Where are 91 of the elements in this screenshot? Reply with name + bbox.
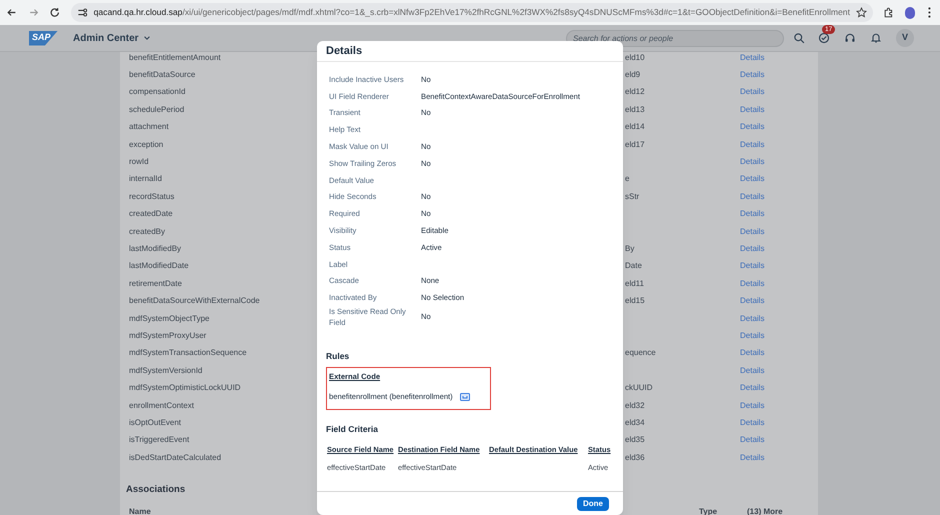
column-header: Name: [129, 506, 152, 515]
table-cell: sStr: [625, 192, 640, 201]
details-link[interactable]: Details: [740, 138, 764, 151]
table-cell: eld12: [625, 87, 645, 96]
id-card-icon[interactable]: [460, 392, 470, 401]
table-cell: equence: [625, 348, 656, 358]
details-link[interactable]: Details: [740, 52, 764, 64]
puzzle-icon[interactable]: [882, 6, 895, 19]
section-title: Field Criteria: [326, 422, 379, 436]
search-icon[interactable]: [793, 32, 805, 44]
details-link[interactable]: Details: [740, 347, 764, 360]
table-cell: eld34: [625, 418, 645, 427]
table-cell: eld32: [625, 400, 645, 410]
table-cell: eld35: [625, 435, 645, 444]
field-name: compensationId: [129, 87, 186, 96]
details-link[interactable]: Details: [740, 382, 764, 394]
table-cell: eld9: [625, 70, 640, 80]
field-name: internalId: [129, 174, 162, 184]
details-link[interactable]: Details: [740, 226, 764, 238]
field-name: benefitDataSource: [129, 70, 196, 80]
details-link[interactable]: Details: [740, 278, 764, 290]
field-name: schedulePeriod: [129, 104, 184, 114]
section-title: Associations: [126, 483, 186, 498]
details-link[interactable]: Details: [740, 86, 764, 98]
field-name: benefitEntitlementAmount: [129, 52, 221, 62]
details-link[interactable]: Details: [740, 156, 764, 168]
profile-avatar-icon[interactable]: [904, 6, 916, 18]
table-cell: eld17: [625, 140, 645, 149]
field-name: mdfSystemObjectType: [129, 314, 210, 323]
user-avatar[interactable]: V: [896, 29, 914, 47]
done-button[interactable]: Done: [577, 496, 609, 510]
details-link[interactable]: Details: [740, 295, 764, 308]
details-link[interactable]: Details: [740, 208, 764, 220]
field-name: rowId: [129, 157, 149, 166]
details-link[interactable]: Details: [740, 104, 764, 116]
logo[interactable]: SAP: [29, 30, 58, 46]
app-title-menu[interactable]: Admin Center: [73, 30, 151, 46]
more-link[interactable]: (13) More: [747, 506, 783, 515]
field-name: mdfSystemTransactionSequence: [129, 348, 247, 358]
field-name: lastModifiedBy: [129, 244, 182, 253]
field-name: enrollmentContext: [129, 400, 194, 410]
column-header: Type: [699, 506, 718, 515]
details-link[interactable]: Details: [740, 434, 764, 446]
check-circle-icon[interactable]: [818, 32, 830, 44]
details-link[interactable]: Details: [740, 242, 764, 255]
field-name: recordStatus: [129, 192, 174, 201]
field-name: mdfSystemVersionId: [129, 366, 202, 375]
search-field[interactable]: Search for actions or people: [566, 30, 784, 46]
details-link[interactable]: Details: [740, 260, 764, 272]
table-cell: eld36: [625, 452, 645, 462]
address-bar[interactable]: qacand.qa.hr.cloud.sap/xi/ui/genericobject/pages/mdf/mdf.xhtml?co=1&_s.crb=xlNfw3Fp2EhVe17%2fhRcGNL%2f3WX%2fs8syQ4sDNUScMFms%3d#c=1&t=GOObjectDefinition&i=BenefitEnrollment: [70, 3, 873, 22]
field-name: attachment: [129, 122, 169, 132]
field-name: lastModifiedDate: [129, 261, 189, 270]
details-link[interactable]: Details: [740, 312, 764, 325]
field-name: exception: [129, 140, 164, 149]
details-link[interactable]: Details: [740, 173, 764, 186]
table-cell: e: [625, 174, 630, 184]
chevron-down-icon: [142, 34, 151, 42]
field-name: mdfSystemProxyUser: [129, 330, 206, 340]
field-name: benefitDataSourceWithExternalCode: [129, 296, 260, 306]
table-cell: By: [625, 244, 634, 253]
dialog-title: Details: [317, 41, 623, 62]
star-icon[interactable]: [856, 7, 867, 18]
field-name: createdBy: [129, 226, 166, 236]
table-cell: eld13: [625, 104, 645, 114]
bell-icon[interactable]: [870, 32, 882, 44]
details-link[interactable]: Details: [740, 364, 764, 377]
details-link[interactable]: Details: [740, 452, 764, 464]
details-link[interactable]: Details: [740, 69, 764, 82]
details-link[interactable]: Details: [740, 400, 764, 412]
field-name: mdfSystemOptimisticLockUUID: [129, 383, 241, 392]
reload-icon[interactable]: [49, 6, 61, 19]
table-cell: eld11: [625, 278, 644, 288]
details-link[interactable]: Details: [740, 190, 764, 203]
headset-icon[interactable]: [844, 32, 856, 44]
section-title: Rules: [326, 350, 350, 363]
details-link[interactable]: Details: [740, 121, 764, 134]
site-info-icon[interactable]: [76, 7, 88, 18]
field-name: isDedStartDateCalculated: [129, 452, 222, 462]
field-name: isOptOutEvent: [129, 418, 182, 427]
field-name: createdDate: [129, 209, 173, 218]
details-link[interactable]: Details: [740, 330, 764, 342]
table-cell: eld15: [625, 296, 645, 306]
details-link[interactable]: Details: [740, 416, 764, 429]
field-name: isTriggeredEvent: [129, 435, 190, 444]
table-cell: ckUUID: [625, 383, 653, 392]
table-cell: eld14: [625, 122, 645, 132]
url-text: qacand.qa.hr.cloud.sap/xi/ui/genericobject/pages/mdf/mdf.xhtml?co=1&_s.crb=xlNfw3Fp2EhVe17%2fhRcGNL%2f3WX%2fs8syQ4sDNUScMFms%3d#c=1&t=GOObjectDefinition&i=BenefitEnrollment: [94, 6, 850, 19]
table-cell: eld10: [625, 52, 645, 62]
table-cell: Date: [625, 261, 642, 270]
field-name: retirementDate: [129, 278, 182, 288]
